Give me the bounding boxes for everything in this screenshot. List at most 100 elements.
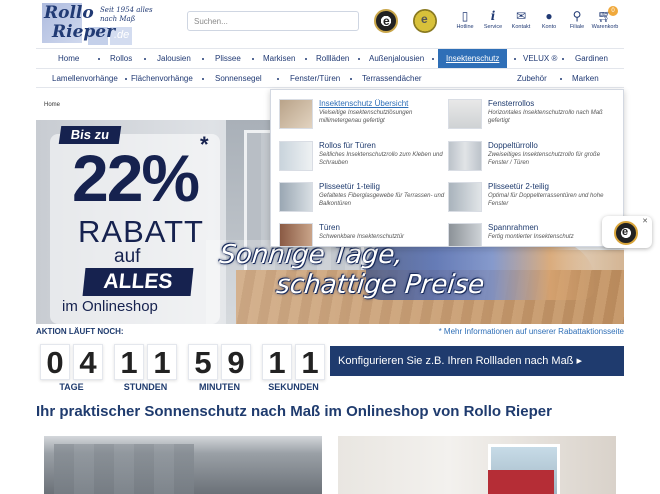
slogan-line-2: schattige Preise bbox=[274, 270, 486, 300]
nav-separator bbox=[98, 58, 100, 60]
dropdown-item[interactable]: Insektenschutz Übersicht Vielseitige Ins… bbox=[279, 99, 447, 137]
dropdown-item-title: Insektenschutz Übersicht bbox=[319, 99, 409, 108]
dropdown-item-title: Fensterrollos bbox=[488, 99, 535, 108]
nav-separator bbox=[358, 58, 360, 60]
banner-slogan: Sonnige Tage, schattige Preise bbox=[215, 240, 489, 300]
secondary-navigation: Lamellenvorhänge Flächenvorhänge Sonnens… bbox=[36, 68, 624, 88]
nav-separator bbox=[432, 58, 434, 60]
countdown-label: AKTION LÄUFT NOCH: bbox=[36, 327, 124, 336]
nav-separator bbox=[144, 58, 146, 60]
site-header: Rollo Rieper .de Seit 1954 alles nach Ma… bbox=[0, 0, 660, 48]
dropdown-item[interactable]: Doppeltürrollo Zweiseitiges Insektenschu… bbox=[448, 141, 616, 179]
nav-fenster-tueren[interactable]: Fenster/Türen bbox=[290, 69, 340, 89]
trusted-shops-icon: e bbox=[614, 221, 638, 245]
product-thumbnail bbox=[279, 223, 313, 246]
dropdown-item[interactable]: Türen Schwenkbare Insektenschutztür bbox=[279, 223, 447, 246]
product-thumbnail bbox=[279, 99, 313, 129]
product-thumbnail bbox=[279, 182, 313, 212]
nav-flaechenvorhaenge[interactable]: Flächenvorhänge bbox=[131, 69, 193, 89]
nav-velux[interactable]: VELUX ® bbox=[523, 49, 557, 69]
nav-separator bbox=[350, 78, 352, 80]
nav-rollos[interactable]: Rollos bbox=[110, 49, 132, 69]
cart-label: Warenkorb bbox=[591, 24, 619, 30]
hotline-link[interactable]: ▯ Hotline bbox=[450, 8, 480, 30]
dropdown-item-title: Doppeltürrollo bbox=[488, 141, 538, 150]
category-tile-image[interactable] bbox=[44, 436, 322, 494]
countdown-digit: 4 bbox=[73, 344, 103, 380]
nav-home[interactable]: Home bbox=[58, 49, 79, 69]
countdown-digit: 1 bbox=[147, 344, 177, 380]
dropdown-item[interactable]: Spannrahmen Fertig montierter Insektensc… bbox=[448, 223, 616, 246]
dropdown-item[interactable]: Plisseetür 2-teilig Optimal für Doppelte… bbox=[448, 182, 616, 220]
countdown-digit: 1 bbox=[262, 344, 292, 380]
logo-since: Seit 1954 alles nach Maß bbox=[100, 6, 153, 23]
quality-seal-icon[interactable]: e bbox=[413, 9, 437, 33]
promo-percent: 22% bbox=[72, 141, 200, 215]
dropdown-item[interactable]: Fensterrollos Horizontales Insektenschut… bbox=[448, 99, 616, 137]
dropdown-item-desc: Seitliches Insektenschutzrollo zum Klebe… bbox=[319, 152, 443, 166]
configure-rollladen-button[interactable]: Konfigurieren Sie z.B. Ihren Rollladen n… bbox=[330, 346, 624, 376]
nav-separator bbox=[560, 78, 562, 80]
nav-separator bbox=[305, 58, 307, 60]
nav-plissee[interactable]: Plissee bbox=[215, 49, 241, 69]
nav-insektenschutz[interactable]: Insektenschutz bbox=[438, 49, 508, 69]
product-thumbnail bbox=[448, 99, 482, 129]
dropdown-item-desc: Gefaltetes Fiberglasgewebe für Terrassen… bbox=[319, 193, 445, 207]
nav-zubehoer[interactable]: Zubehör bbox=[517, 69, 547, 89]
nav-gardinen[interactable]: Gardinen bbox=[575, 49, 608, 69]
dropdown-item-title: Türen bbox=[319, 223, 340, 232]
main-navigation: Home Rollos Jalousien Plissee Markisen R… bbox=[36, 48, 624, 69]
store-link[interactable]: ⚲ Filiale bbox=[562, 8, 592, 30]
countdown-unit-days: TAGE bbox=[59, 382, 84, 392]
countdown-unit-minutes: MINUTEN bbox=[199, 382, 240, 392]
insektenschutz-dropdown: Insektenschutz Übersicht Vielseitige Ins… bbox=[270, 89, 624, 247]
countdown-digit: 0 bbox=[40, 344, 70, 380]
nav-jalousien[interactable]: Jalousien bbox=[157, 49, 191, 69]
category-tile-image[interactable] bbox=[338, 436, 616, 494]
nav-aussenjalousien[interactable]: Außenjalousien bbox=[369, 49, 424, 69]
dropdown-item-desc: Vielseitige Insektenschutzlösungen milli… bbox=[319, 110, 413, 124]
nav-separator bbox=[277, 78, 279, 80]
breadcrumb[interactable]: Home bbox=[44, 102, 60, 108]
dropdown-item-desc: Schwenkbare Insektenschutztür bbox=[319, 234, 405, 240]
trusted-shops-seal-icon[interactable]: e bbox=[374, 9, 398, 33]
nav-marken[interactable]: Marken bbox=[572, 69, 599, 89]
nav-markisen[interactable]: Markisen bbox=[263, 49, 295, 69]
dropdown-item-title: Plisseetür 2-teilig bbox=[488, 182, 549, 191]
discount-info-link[interactable]: * Mehr Informationen auf unserer Rabatta… bbox=[439, 327, 624, 336]
store-label: Filiale bbox=[569, 24, 585, 30]
dropdown-item-title: Plisseetür 1-teilig bbox=[319, 182, 380, 191]
account-link[interactable]: ● Konto bbox=[534, 8, 564, 30]
dropdown-item[interactable]: Rollos für Türen Seitliches Insektenschu… bbox=[279, 141, 447, 179]
logo-tld: .de bbox=[114, 29, 130, 41]
logo-text-rollo: Rollo bbox=[44, 3, 94, 23]
service-label: Service bbox=[483, 24, 503, 30]
countdown-unit-seconds: SEKUNDEN bbox=[268, 382, 319, 392]
service-link[interactable]: i Service bbox=[478, 8, 508, 30]
promo-asterisk: * bbox=[200, 132, 209, 157]
nav-lamellenvorhaenge[interactable]: Lamellenvorhänge bbox=[52, 69, 118, 89]
close-icon[interactable]: ✕ bbox=[642, 217, 648, 225]
account-label: Konto bbox=[541, 24, 557, 30]
nav-rolllaeden[interactable]: Rollläden bbox=[316, 49, 349, 69]
nav-terrassendaecher[interactable]: Terrassendächer bbox=[362, 69, 422, 89]
nav-sonnensegel[interactable]: Sonnensegel bbox=[215, 69, 262, 89]
countdown-unit-hours: STUNDEN bbox=[123, 382, 168, 392]
promo-auf: auf bbox=[114, 246, 141, 267]
nav-separator bbox=[202, 58, 204, 60]
nav-separator bbox=[562, 58, 564, 60]
contact-link[interactable]: ✉ Kontakt bbox=[506, 8, 536, 30]
promo-alles: ALLES bbox=[82, 268, 194, 296]
nav-separator bbox=[202, 78, 204, 80]
countdown-digit: 1 bbox=[295, 344, 325, 380]
trusted-shops-badge[interactable]: e ✕ bbox=[602, 216, 652, 248]
dropdown-item[interactable]: Plisseetür 1-teilig Gefaltetes Fiberglas… bbox=[279, 182, 447, 220]
user-icon: ● bbox=[545, 9, 553, 23]
logo-text-rieper: Rieper bbox=[52, 22, 116, 42]
search-input[interactable] bbox=[187, 11, 359, 31]
countdown-digit: 5 bbox=[188, 344, 218, 380]
rollo-rieper-logo[interactable]: Rollo Rieper .de Seit 1954 alles nach Ma… bbox=[42, 3, 153, 46]
nav-separator bbox=[514, 58, 516, 60]
countdown-digit: 9 bbox=[221, 344, 251, 380]
promo-onlineshop: im Onlineshop bbox=[62, 298, 158, 315]
